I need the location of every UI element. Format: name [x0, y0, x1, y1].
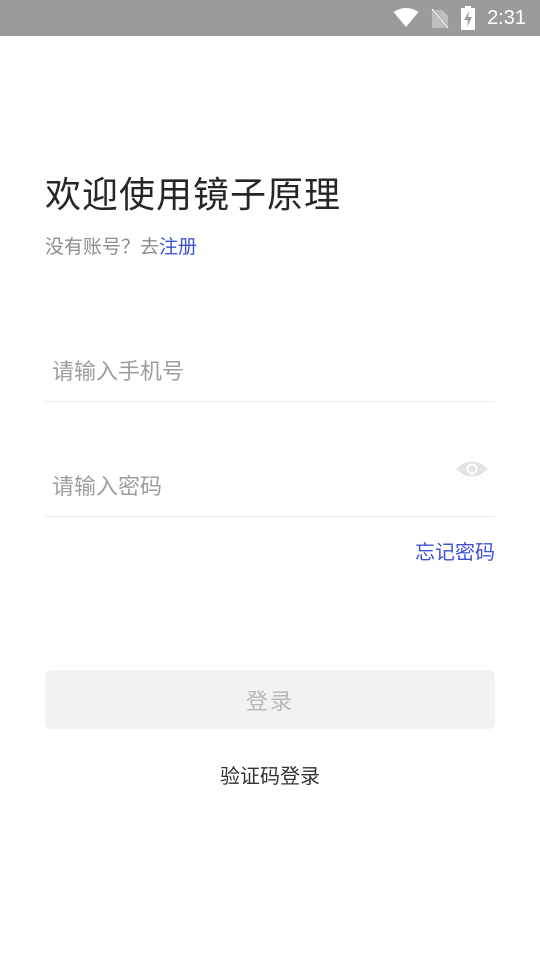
- password-input[interactable]: [45, 474, 432, 500]
- no-account-text: 没有账号？去: [45, 236, 160, 258]
- login-button[interactable]: 登录: [45, 670, 495, 729]
- page-title: 欢迎使用镜子原理: [45, 175, 342, 216]
- eye-icon[interactable]: [455, 458, 489, 480]
- code-login-link[interactable]: 验证码登录: [0, 760, 540, 789]
- password-field: [45, 456, 495, 517]
- battery-charging-icon: [461, 6, 476, 30]
- no-sim-icon: [431, 7, 450, 29]
- register-prompt: 没有账号？去注册: [45, 232, 197, 259]
- phone-input[interactable]: [45, 359, 432, 385]
- phone-field: [45, 341, 495, 402]
- wifi-icon: [393, 8, 419, 28]
- status-icons: 2:31: [393, 0, 526, 36]
- status-time: 2:31: [487, 6, 526, 29]
- status-bar: 2:31: [0, 0, 540, 36]
- forgot-password-link[interactable]: 忘记密码: [415, 536, 495, 565]
- register-link[interactable]: 注册: [159, 236, 197, 258]
